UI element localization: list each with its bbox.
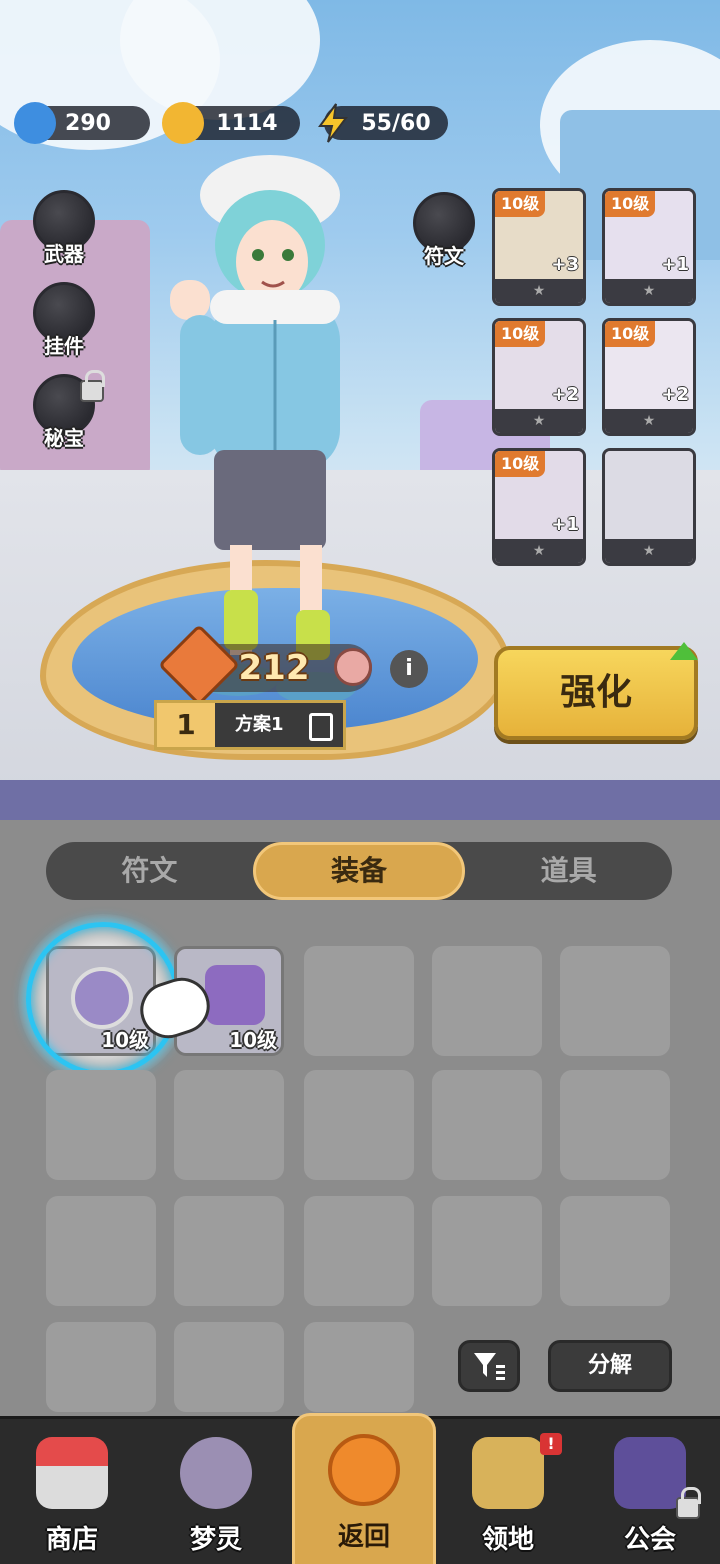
enhance-level: +2	[551, 384, 579, 405]
upgrade-arrow-icon	[670, 642, 698, 660]
inventory-slot-empty	[174, 1196, 284, 1306]
energy-count: 55/60	[361, 110, 431, 136]
notification-badge: !	[540, 1433, 562, 1455]
nav-return-label: 返回	[337, 1522, 390, 1552]
nav-territory[interactable]: 领地 !	[436, 1419, 580, 1564]
star-icon: ★	[605, 279, 693, 303]
inventory-slot-empty	[174, 1070, 284, 1180]
character-avatar	[170, 155, 356, 704]
weapon-button[interactable]: 武器	[24, 190, 104, 267]
star-icon: ★	[605, 409, 693, 433]
nav-dream-spirit-label: 梦灵	[189, 1525, 242, 1555]
shop-icon	[36, 1437, 108, 1509]
pendant-button[interactable]: 挂件	[24, 282, 104, 359]
enhance-level: +3	[551, 254, 579, 275]
lightning-icon	[312, 102, 354, 144]
nav-shop[interactable]: 商店	[0, 1419, 144, 1564]
info-icon[interactable]: i	[390, 650, 428, 688]
equipment-slot-shoes[interactable]: 10级 +1 ★	[492, 448, 586, 566]
nav-dream-spirit[interactable]: 梦灵	[144, 1419, 288, 1564]
star-icon: ★	[495, 409, 583, 433]
gem-counter[interactable]: 290	[14, 102, 150, 144]
equipment-slot-pants[interactable]: 10级 +2 ★	[602, 318, 696, 436]
eye-bracelet-icon	[605, 451, 693, 539]
inventory-slot-empty	[304, 1070, 414, 1180]
tab-runes[interactable]: 符文	[46, 842, 253, 900]
coin-icon	[162, 102, 204, 144]
coin-counter[interactable]: 1114	[162, 102, 300, 144]
inventory-slot-empty	[560, 1196, 670, 1306]
return-arrow-icon	[328, 1434, 400, 1506]
secret-treasure-button[interactable]: 秘宝	[24, 370, 105, 451]
level-tag: 10级	[495, 321, 546, 347]
inventory-slot-empty	[304, 946, 414, 1056]
inventory-slot-empty	[46, 1322, 156, 1412]
strengthen-button[interactable]: 强化	[494, 642, 698, 740]
enhance-level: +1	[661, 254, 689, 275]
nav-return[interactable]: 返回	[292, 1413, 436, 1564]
star-icon: ★	[605, 539, 693, 563]
nav-guild-label: 公会	[623, 1525, 676, 1555]
coin-count: 1114	[216, 110, 278, 136]
weapon-label: 武器	[44, 242, 84, 266]
enhance-level: +2	[661, 384, 689, 405]
level-tag: 10级	[495, 451, 546, 477]
inventory-slot-empty	[304, 1196, 414, 1306]
pendant-label: 挂件	[44, 334, 84, 358]
plan-number: 1	[157, 703, 215, 747]
tab-items[interactable]: 道具	[465, 842, 672, 900]
dream-spirit-icon	[180, 1437, 252, 1509]
item-level: 10级	[229, 1028, 277, 1052]
gem-count: 290	[65, 110, 111, 136]
lock-icon	[80, 370, 105, 402]
combat-power-value: 212	[238, 648, 310, 688]
inventory-slot-empty	[432, 1070, 542, 1180]
bracer-icon	[205, 965, 265, 1025]
guild-icon	[614, 1437, 686, 1509]
rune-label: 符文	[424, 244, 464, 268]
bottom-nav: 商店 梦灵 返回 领地 ! 公会	[0, 1413, 720, 1564]
equipment-slot-helmet[interactable]: 10级 +3 ★	[492, 188, 586, 306]
inventory-slot-empty	[46, 1070, 156, 1180]
equipment-slot-accessory[interactable]: ★	[602, 448, 696, 566]
star-icon: ★	[495, 539, 583, 563]
secret-treasure-label: 秘宝	[44, 426, 84, 450]
level-tag: 10级	[605, 191, 656, 217]
inventory-slot-empty	[46, 1196, 156, 1306]
pig-icon	[334, 648, 372, 686]
nav-territory-label: 领地	[481, 1525, 534, 1555]
inventory-slot-empty	[560, 946, 670, 1056]
level-tag: 10级	[605, 321, 656, 347]
enhance-level: +1	[551, 514, 579, 535]
edit-icon	[309, 713, 333, 741]
equipment-slot-jacket[interactable]: 10级 +1 ★	[602, 188, 696, 306]
inventory-tabs: 符文 装备 道具	[46, 842, 672, 900]
nav-guild[interactable]: 公会	[580, 1419, 720, 1564]
decompose-button[interactable]: 分解	[548, 1340, 672, 1392]
strengthen-label: 强化	[559, 672, 632, 713]
inventory-slot-empty	[174, 1322, 284, 1412]
equipment-slot-bracer[interactable]: 10级 +2 ★	[492, 318, 586, 436]
star-icon: ★	[495, 279, 583, 303]
territory-icon	[472, 1437, 544, 1509]
nav-shop-label: 商店	[45, 1525, 98, 1555]
level-tag: 10级	[495, 191, 546, 217]
inventory-slot-empty	[304, 1322, 414, 1412]
inventory-slot-empty	[432, 946, 542, 1056]
tab-equipment[interactable]: 装备	[252, 842, 466, 900]
lock-icon	[676, 1487, 701, 1519]
filter-icon	[474, 1353, 505, 1380]
inventory-slot-empty	[560, 1070, 670, 1180]
plan-selector[interactable]: 1 方案1	[154, 700, 346, 750]
filter-button[interactable]	[458, 1340, 520, 1392]
decompose-label: 分解	[587, 1353, 632, 1378]
rune-button[interactable]: 符文	[404, 192, 484, 269]
inventory-slot-empty	[432, 1196, 542, 1306]
gem-icon	[14, 102, 56, 144]
energy-counter[interactable]: 55/60	[318, 103, 448, 143]
